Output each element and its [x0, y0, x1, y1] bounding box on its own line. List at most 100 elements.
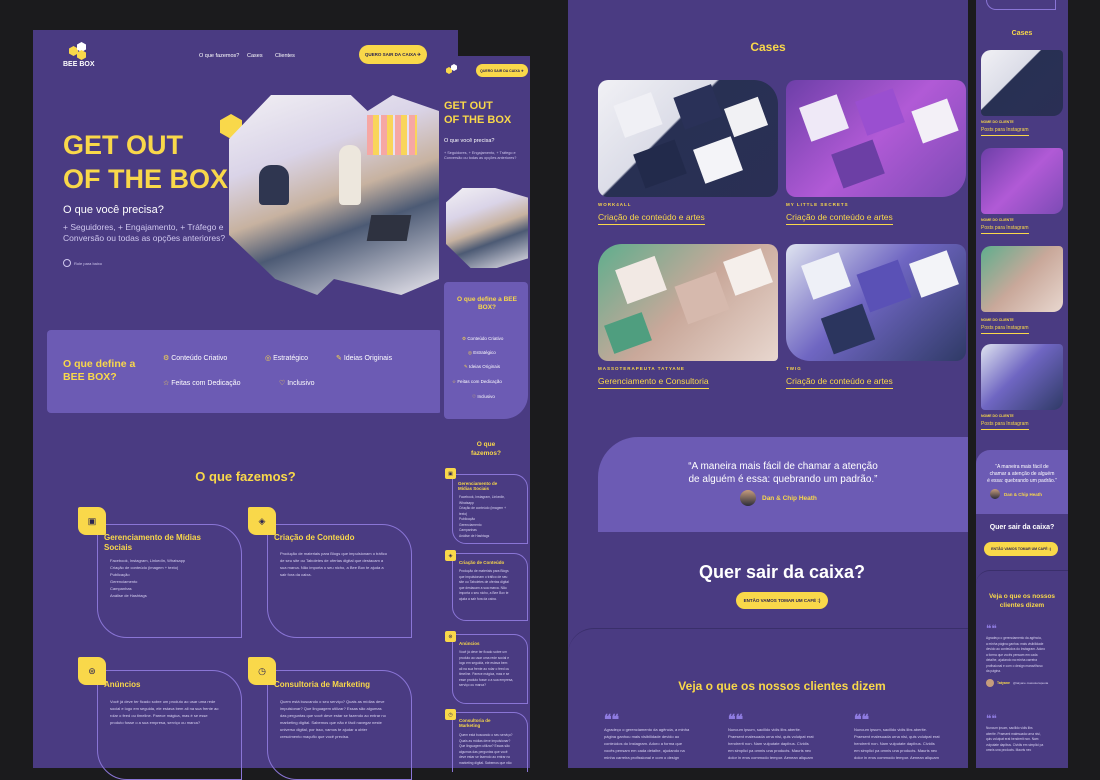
define-box: O que define a BEE BOX? ⚙ Conteúdo Criat… — [47, 330, 442, 413]
target-icon: ◎ — [468, 350, 472, 355]
quote-text-line2: de alguém é essa: quebrando um padrão.” — [688, 474, 878, 485]
hero-photo-collage — [229, 95, 439, 295]
testimonial-card: ❝❝ Agradeço o gerenciamento da agência, … — [604, 712, 714, 761]
testimonial-card: ❝❝ Nuncum ipsum, sacilldo vidis libs abe… — [854, 711, 964, 761]
service-lines: Quem está buscando o seu serviço? Quais … — [280, 699, 386, 739]
heart-icon: ♡ — [279, 380, 286, 387]
mobile-hero-desc: + Seguidores, + Engajamento, + Tráfego e… — [444, 151, 517, 160]
laptop — [366, 215, 412, 241]
quote-marks-icon: ❝❝ — [986, 624, 997, 635]
mobile-case-thumb[interactable] — [981, 50, 1063, 116]
case-thumb-work4all[interactable] — [598, 80, 778, 197]
mobile-logo-icon[interactable] — [446, 64, 458, 76]
card-icon: ⊛ — [78, 657, 106, 685]
sticky-notes — [367, 115, 417, 155]
mobile-cta-button[interactable]: ENTÃO VAMOS TOMAR UM CAFÉ :) — [984, 542, 1058, 556]
mobile-case-client: NOME DO CLIENTE — [981, 218, 1014, 222]
mobile-services-title: O que fazemos? — [471, 441, 501, 457]
mobile-testimonial-card: ❝❝ Nuncum ipsum, sacilldo vidis libs aber… — [986, 714, 1066, 754]
mobile-define-box: O que define a BEE BOX? ⚙ Conteúdo Criat… — [444, 282, 528, 419]
quote-marks-icon: ❝❝ — [986, 714, 997, 725]
service-lines: Você já deve ter ficado sobre um produto… — [110, 699, 219, 725]
desktop-home-screen: BEE BOX O que fazemos? Cases Clientes QU… — [33, 30, 458, 780]
hero-title-line1: GET OUT — [63, 130, 183, 160]
mobile-case-thumb[interactable] — [981, 344, 1063, 410]
services-title: O que fazemos? — [195, 469, 296, 484]
define-item-inclusivo: ♡ Inclusivo — [279, 380, 315, 387]
quote-text-line1: “A maneira mais fácil de chamar a atençã… — [688, 461, 878, 472]
case-thumb-twig[interactable] — [786, 244, 966, 361]
service-card: ◷ Consultoria de Marketing Quem está bus… — [248, 657, 412, 780]
mobile-case-thumb[interactable] — [981, 148, 1063, 214]
scroll-down-link[interactable]: Role para baixo — [63, 259, 102, 267]
mobile-cases-title: Cases — [1011, 30, 1033, 37]
mobile-service-card: ◷ Consultoria de Marketing Quem está bus… — [445, 709, 528, 772]
testimonials-section: Veja o que os nossos clientes dizem ❝❝ A… — [568, 628, 968, 768]
hero-title-line2: OF THE BOX — [63, 164, 229, 194]
case-client: WORK4ALL — [598, 202, 632, 207]
mobile-case-service[interactable]: Posts para Instagram — [981, 421, 1029, 430]
lightbulb-icon: ⚙ — [462, 336, 467, 341]
mobile-cases-screen: Cases NOME DO CLIENTE Posts para Instagr… — [976, 0, 1068, 768]
define-item-estrategico: ◎ Estratégico — [265, 355, 309, 362]
case-service[interactable]: Criação de conteúdo e artes — [786, 376, 893, 389]
case-service[interactable]: Criação de conteúdo e artes — [598, 212, 705, 225]
mobile-define-item: ♡ Inclusivo — [472, 394, 495, 399]
card-icon: ◷ — [445, 709, 456, 720]
mobile-service-card: ⊛ Anúncios Você já deve ter ficado sobre… — [445, 631, 528, 704]
mobile-define-item: ✎ Ideias Originais — [464, 364, 501, 369]
case-thumb-my-little-secrets[interactable] — [786, 80, 966, 197]
case-service[interactable]: Criação de conteúdo e artes — [786, 212, 893, 225]
mobile-service-card: ◈ Criação de Conteúdo Produção de materi… — [445, 550, 528, 621]
cta-button[interactable]: ENTÃO VAMOS TOMAR UM CAFÉ :) — [736, 592, 828, 609]
avatar — [990, 489, 1000, 499]
person-figure — [259, 165, 289, 205]
feather-icon: ✎ — [336, 355, 342, 362]
case-service[interactable]: Gerenciamento e Consultoria — [598, 376, 709, 389]
mobile-hero-title-line2: OF THE BOX — [444, 114, 512, 126]
service-lines: Produção de materiais para Blogs que imp… — [280, 551, 387, 577]
avatar — [986, 678, 994, 687]
mobile-case-client: NOME DO CLIENTE — [981, 414, 1014, 418]
mobile-case-client: NOME DO CLIENTE — [981, 318, 1014, 322]
nav-item-servicos[interactable]: O que fazemos? — [199, 53, 239, 59]
logo-hex-icon — [69, 42, 91, 60]
quote-author: Dan & Chip Heath — [740, 490, 817, 506]
quote-marks-icon: ❝❝ — [728, 711, 744, 727]
mobile-define-item: ◎ Estratégico — [468, 350, 496, 355]
service-title: Anúncios — [104, 680, 141, 689]
hero-description: + Seguidores, + Engajamento, + Tráfego e… — [63, 222, 226, 243]
card-icon: ◷ — [248, 657, 276, 685]
service-title: Gerenciamento de Mídias Sociais — [104, 533, 201, 552]
star-icon: ☆ — [452, 379, 457, 384]
service-card: ▣ Gerenciamento de Mídias Sociais Facebo… — [78, 507, 242, 638]
mobile-cta-button[interactable]: QUERO SAIR DA CAIXA ✈ — [476, 64, 528, 77]
star-icon: ☆ — [163, 380, 170, 387]
logo-text: BEE BOX — [63, 61, 95, 68]
mobile-define-item: ☆ Feitas com Dedicação — [452, 379, 502, 384]
mobile-testimonials-section: Veja o que os nossos clientes dizem ❝❝ A… — [976, 570, 1068, 768]
service-title: Criação de Conteúdo — [274, 533, 355, 542]
nav-item-cases[interactable]: Cases — [247, 53, 263, 59]
avatar — [740, 490, 756, 506]
lightbulb-icon: ⚙ — [163, 355, 170, 362]
mobile-define-title: O que define a BEE BOX? — [457, 296, 517, 311]
header-cta-button[interactable]: QUERO SAIR DA CAIXA ✈ — [359, 45, 427, 64]
mobile-hero-photo — [446, 188, 528, 268]
target-icon: ◎ — [265, 355, 272, 362]
quote-marks-icon: ❝❝ — [854, 711, 870, 727]
logo[interactable]: BEE BOX — [63, 42, 103, 72]
nav-item-clientes[interactable]: Clientes — [275, 53, 295, 59]
mobile-define-item: ⚙ Conteúdo Criativo — [462, 336, 504, 341]
hero-subtitle: O que você precisa? — [63, 204, 164, 216]
mobile-case-service[interactable]: Posts para Instagram — [981, 325, 1029, 334]
mobile-case-thumb[interactable] — [981, 246, 1063, 312]
mobile-case-service[interactable]: Posts para Instagram — [981, 225, 1029, 234]
service-lines: Facebook, Instagram, LinkedIn, Whatsapp … — [110, 558, 186, 598]
case-thumb-massoterapeuta[interactable] — [598, 244, 778, 361]
case-client: MASSOTERAPEUTA TATYANE — [598, 366, 685, 371]
mobile-case-service[interactable]: Posts para Instagram — [981, 127, 1029, 136]
card-icon: ◈ — [445, 550, 456, 561]
mobile-case-client: NOME DO CLIENTE — [981, 120, 1014, 124]
mobile-quote-section: “A maneira mais fácil de chamar a atençã… — [976, 450, 1068, 514]
